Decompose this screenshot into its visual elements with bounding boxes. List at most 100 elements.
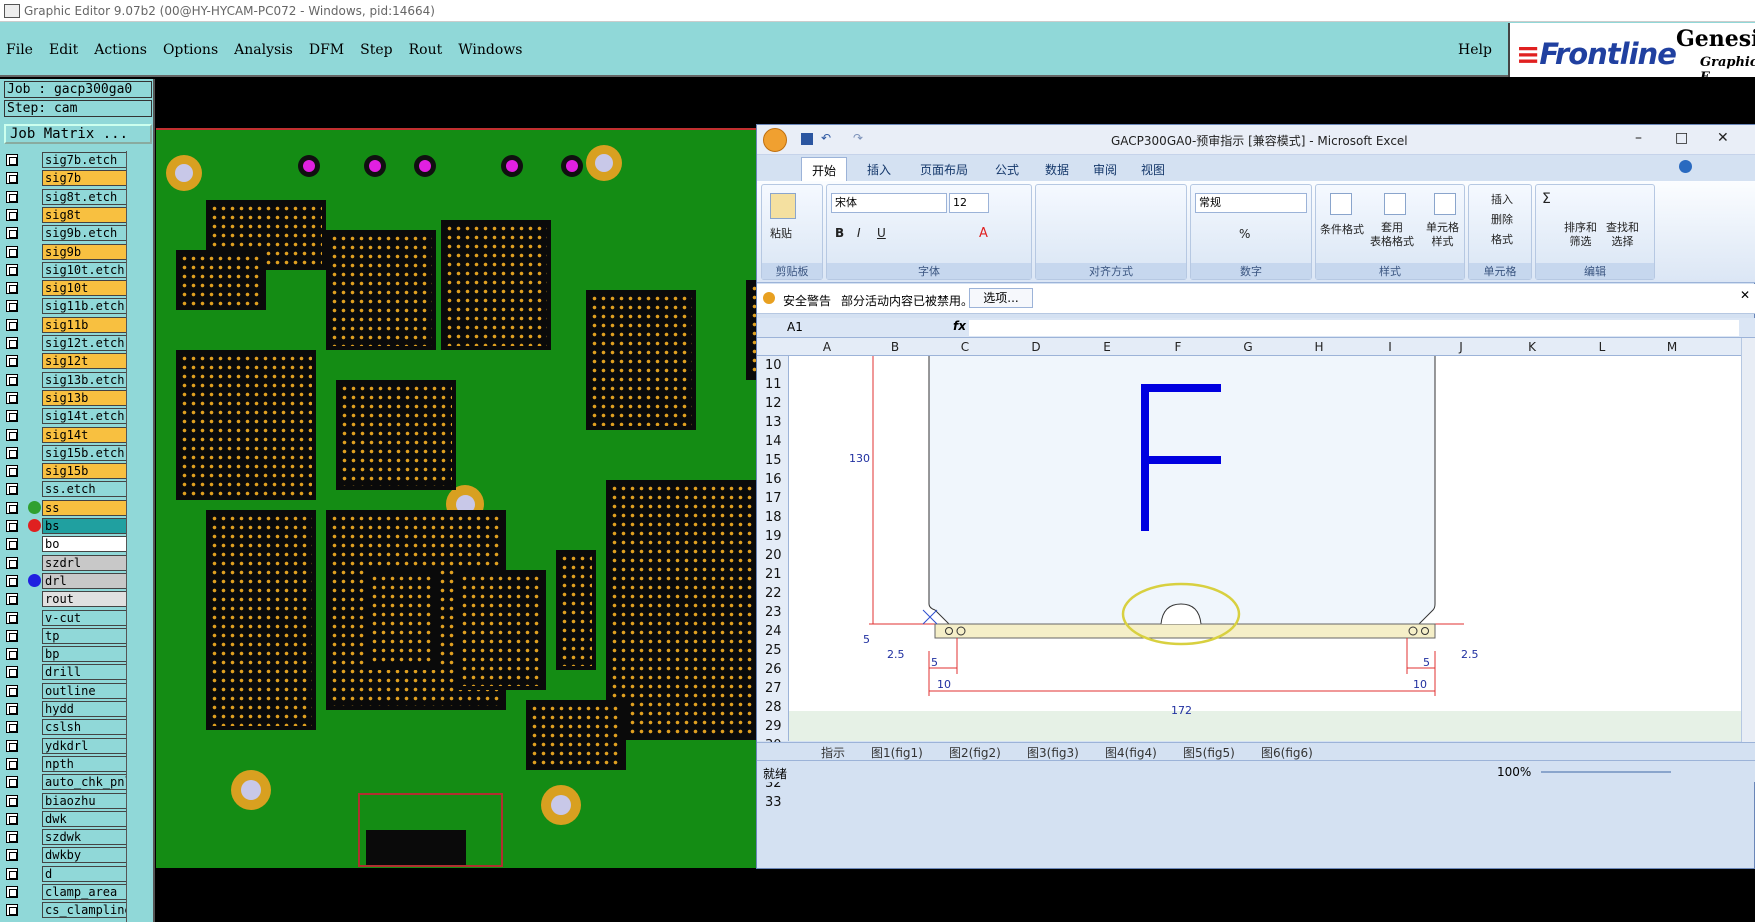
layer-row[interactable]: sig14t.etch <box>6 407 126 425</box>
layer-name[interactable]: drl <box>42 572 126 589</box>
layer-row[interactable]: sig12t.etch <box>6 334 126 352</box>
row-header[interactable]: 12 <box>765 396 782 411</box>
layer-row[interactable]: bs <box>6 517 126 535</box>
table-format-icon[interactable] <box>1384 193 1406 215</box>
layer-row[interactable]: sig13b.etch <box>6 371 126 389</box>
column-header[interactable]: I <box>1388 340 1392 354</box>
layer-name[interactable]: sig10t <box>42 280 126 297</box>
format-button[interactable]: 格式 <box>1491 231 1513 247</box>
column-header[interactable]: H <box>1314 340 1323 354</box>
layer-checkbox-icon[interactable] <box>6 593 18 606</box>
undo-icon[interactable]: ↶ <box>821 131 831 145</box>
cell-style-button[interactable]: 单元格 样式 <box>1426 221 1459 249</box>
layer-checkbox-icon[interactable] <box>6 867 18 880</box>
layer-name[interactable]: hydd <box>42 701 126 717</box>
layer-row[interactable]: sig14t <box>6 426 126 444</box>
row-header[interactable]: 10 <box>765 358 782 373</box>
layer-checkbox-icon[interactable] <box>6 721 18 734</box>
menu-windows[interactable]: Windows <box>458 42 522 58</box>
tab-home[interactable]: 开始 <box>801 157 848 181</box>
menu-options[interactable]: Options <box>163 42 218 58</box>
layer-row[interactable]: sig11b <box>6 316 126 334</box>
row-header[interactable]: 13 <box>765 415 782 430</box>
layer-name[interactable]: tp <box>42 627 126 644</box>
conditional-format-icon[interactable] <box>1330 193 1352 215</box>
row-header[interactable]: 16 <box>765 472 782 487</box>
row-header[interactable]: 28 <box>765 700 782 715</box>
tab-formulas[interactable]: 公式 <box>995 161 1019 178</box>
layer-row[interactable]: ydkdrl <box>6 737 126 755</box>
tab-review[interactable]: 审阅 <box>1093 161 1117 178</box>
row-header[interactable]: 14 <box>765 434 782 449</box>
layer-checkbox-icon[interactable] <box>6 648 18 661</box>
layer-row[interactable]: drl <box>6 572 126 590</box>
cell-style-icon[interactable] <box>1434 193 1456 215</box>
layer-checkbox-icon[interactable] <box>6 373 18 386</box>
job-matrix-button[interactable]: Job Matrix ... <box>4 124 152 144</box>
layer-checkbox-icon[interactable] <box>6 520 18 532</box>
layer-name[interactable]: sig15b.etch <box>42 444 126 461</box>
layer-checkbox-icon[interactable] <box>6 172 18 185</box>
column-header[interactable]: K <box>1528 340 1536 354</box>
row-header[interactable]: 19 <box>765 529 782 544</box>
menu-analysis[interactable]: Analysis <box>234 42 293 58</box>
layer-row[interactable]: sig12t <box>6 352 126 370</box>
layer-row[interactable]: sig15b.etch <box>6 444 126 462</box>
layer-name[interactable]: bp <box>42 646 126 663</box>
layer-row[interactable]: dwk <box>6 810 126 828</box>
menu-file[interactable]: File <box>6 42 33 58</box>
font-size-select[interactable]: 12 <box>949 193 989 213</box>
font-name-select[interactable]: 宋体 <box>831 193 947 213</box>
zoom-level[interactable]: 100% <box>1497 765 1531 779</box>
column-header[interactable]: A <box>823 340 831 354</box>
layer-name[interactable]: sig11b <box>42 316 126 333</box>
layer-checkbox-icon[interactable] <box>6 300 18 313</box>
layer-name[interactable]: sig10t.etch <box>42 261 126 278</box>
layer-name[interactable]: sig11b.etch <box>42 298 126 315</box>
layer-checkbox-icon[interactable] <box>6 886 18 898</box>
column-header[interactable]: B <box>891 340 899 354</box>
layer-checkbox-icon[interactable] <box>6 629 18 642</box>
layer-row[interactable]: npth <box>6 755 126 773</box>
layer-row[interactable]: sig10t <box>6 279 126 297</box>
row-header[interactable]: 24 <box>765 624 782 639</box>
row-header[interactable]: 11 <box>765 377 782 392</box>
name-box[interactable]: A1 <box>787 320 803 334</box>
bold-icon[interactable]: B <box>835 226 844 240</box>
column-header[interactable]: M <box>1667 340 1677 354</box>
minimize-icon[interactable]: – <box>1635 130 1642 146</box>
sheet-tab[interactable]: 指示 <box>821 744 845 761</box>
sheet-tab[interactable]: 图5(fig5) <box>1183 744 1235 761</box>
layer-row[interactable]: clamp_area <box>6 883 126 901</box>
zoom-slider[interactable] <box>1541 771 1671 773</box>
column-header[interactable]: G <box>1243 340 1252 354</box>
layer-row[interactable]: cs_clampline <box>6 901 126 919</box>
layer-row[interactable]: d <box>6 865 126 883</box>
layer-checkbox-icon[interactable] <box>6 465 18 478</box>
layer-row[interactable]: rout <box>6 590 126 608</box>
layer-name[interactable]: sig12t <box>42 353 126 370</box>
number-format-select[interactable]: 常规 <box>1195 193 1307 213</box>
column-header[interactable]: L <box>1599 340 1606 354</box>
layer-name[interactable]: sig7b.etch <box>42 152 126 168</box>
layer-checkbox-icon[interactable] <box>6 190 18 203</box>
layer-name[interactable]: dwk <box>42 810 126 827</box>
redo-icon[interactable]: ↷ <box>853 131 863 145</box>
options-button[interactable]: 选项... <box>969 288 1033 308</box>
layer-checkbox-icon[interactable] <box>6 904 18 917</box>
sheet-tab[interactable]: 图4(fig4) <box>1105 744 1157 761</box>
layer-checkbox-icon[interactable] <box>6 812 18 825</box>
layer-row[interactable]: bo <box>6 535 126 553</box>
layer-name[interactable]: cslsh <box>42 719 126 736</box>
column-header[interactable]: D <box>1031 340 1040 354</box>
layer-row[interactable]: sig10t.etch <box>6 261 126 279</box>
layer-row[interactable]: sig13b <box>6 389 126 407</box>
row-header[interactable]: 29 <box>765 719 782 734</box>
layer-row[interactable]: sig9b <box>6 243 126 261</box>
table-format-button[interactable]: 套用 表格格式 <box>1370 221 1414 249</box>
layer-name[interactable]: v-cut <box>42 609 126 626</box>
layer-name[interactable]: sig15b <box>42 463 126 480</box>
row-header[interactable]: 26 <box>765 662 782 677</box>
layer-row[interactable]: sig7b.etch <box>6 151 126 169</box>
layer-name[interactable]: d <box>42 865 126 882</box>
